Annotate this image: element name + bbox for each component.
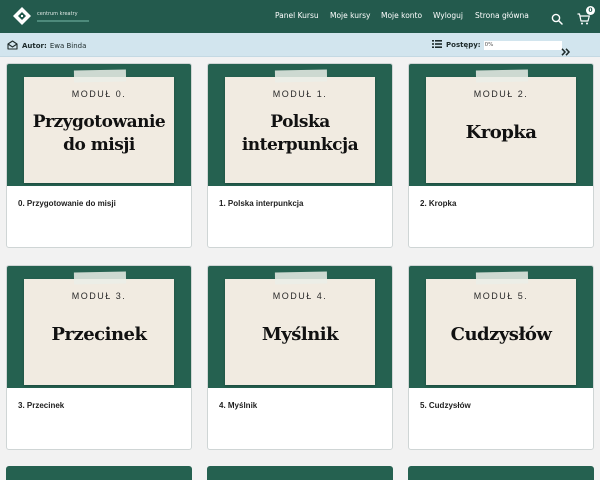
module-paper: MODUŁ 1. Polska interpunkcja (225, 77, 375, 183)
module-card-partial[interactable] (6, 466, 192, 480)
module-caption[interactable]: 5. Cudzysłów (420, 401, 471, 410)
tape-decoration (73, 69, 127, 83)
nav-wyloguj[interactable]: Wyloguj (433, 11, 463, 21)
tape-decoration (274, 271, 328, 285)
module-paper: MODUŁ 5. Cudzysłów (426, 279, 576, 385)
module-card[interactable]: MODUŁ 1. Polska interpunkcja 1. Polska i… (207, 63, 393, 248)
module-card[interactable]: MODUŁ 2. Kropka 2. Kropka (408, 63, 594, 248)
module-card[interactable]: MODUŁ 5. Cudzysłów 5. Cudzysłów (408, 265, 594, 450)
tape-decoration (73, 271, 127, 285)
module-card-partial[interactable] (207, 466, 393, 480)
module-image: MODUŁ 4. Myślnik (208, 266, 392, 388)
nav-strona-glowna[interactable]: Strona główna (475, 11, 529, 21)
tape-decoration (475, 69, 529, 83)
module-image: MODUŁ 2. Kropka (409, 64, 593, 186)
module-number: MODUŁ 2. (473, 89, 529, 99)
module-caption[interactable]: 0. Przygotowanie do misji (18, 199, 116, 208)
tape-decoration (274, 69, 328, 83)
double-chevron-right-icon[interactable] (561, 41, 571, 60)
module-paper: MODUŁ 2. Kropka (426, 77, 576, 183)
top-navigation-bar: centrum kreatry Panel Kursu Moje kursy M… (0, 0, 600, 33)
module-caption[interactable]: 2. Kropka (420, 199, 456, 208)
module-image: MODUŁ 1. Polska interpunkcja (208, 64, 392, 186)
cart-count-badge: 0 (586, 6, 595, 15)
module-title: Polska interpunkcja (241, 112, 359, 155)
nav-moje-kursy[interactable]: Moje kursy (330, 11, 370, 21)
nav-panel-kursu[interactable]: Panel Kursu (275, 11, 319, 21)
module-card-partial[interactable] (408, 466, 594, 480)
module-image: MODUŁ 3. Przecinek (7, 266, 191, 388)
module-number: MODUŁ 4. (272, 291, 328, 301)
main-menu: Panel Kursu Moje kursy Moje konto Wylogu… (0, 11, 600, 23)
module-card[interactable]: MODUŁ 3. Przecinek 3. Przecinek (6, 265, 192, 450)
course-progress: Postępy: 0% (432, 40, 562, 50)
module-caption[interactable]: 3. Przecinek (18, 401, 64, 410)
module-caption[interactable]: 4. Myślnik (219, 401, 257, 410)
module-number: MODUŁ 0. (71, 89, 127, 99)
progress-bar: 0% (483, 40, 562, 50)
list-icon[interactable] (432, 40, 442, 50)
author-name: Ewa Binda (49, 42, 87, 50)
module-number: MODUŁ 3. (71, 291, 127, 301)
author-label: Autor: (22, 42, 47, 50)
module-title: Przygotowanie do misji (32, 112, 166, 155)
progress-label: Postępy: (446, 41, 481, 49)
progress-percent: 0% (484, 41, 494, 48)
module-card[interactable]: MODUŁ 0. Przygotowanie do misji 0. Przyg… (6, 63, 192, 248)
module-paper: MODUŁ 0. Przygotowanie do misji (24, 77, 174, 183)
module-title: Myślnik (261, 324, 339, 345)
author-info: Autor: Ewa Binda (7, 40, 86, 52)
module-caption[interactable]: 1. Polska interpunkcja (219, 199, 303, 208)
module-image: MODUŁ 0. Przygotowanie do misji (7, 64, 191, 186)
course-info-bar: Autor: Ewa Binda Postępy: 0% (0, 33, 600, 57)
module-paper: MODUŁ 4. Myślnik (225, 279, 375, 385)
module-card[interactable]: MODUŁ 4. Myślnik 4. Myślnik (207, 265, 393, 450)
search-icon[interactable] (551, 10, 563, 29)
nav-moje-konto[interactable]: Moje konto (381, 11, 422, 21)
module-title: Przecinek (51, 324, 147, 345)
module-paper: MODUŁ 3. Przecinek (24, 279, 174, 385)
module-number: MODUŁ 1. (272, 89, 328, 99)
open-envelope-icon (7, 40, 18, 52)
module-title: Kropka (465, 122, 537, 143)
module-title: Cudzysłów (450, 324, 552, 345)
module-number: MODUŁ 5. (473, 291, 529, 301)
module-image: MODUŁ 5. Cudzysłów (409, 266, 593, 388)
tape-decoration (475, 271, 529, 285)
